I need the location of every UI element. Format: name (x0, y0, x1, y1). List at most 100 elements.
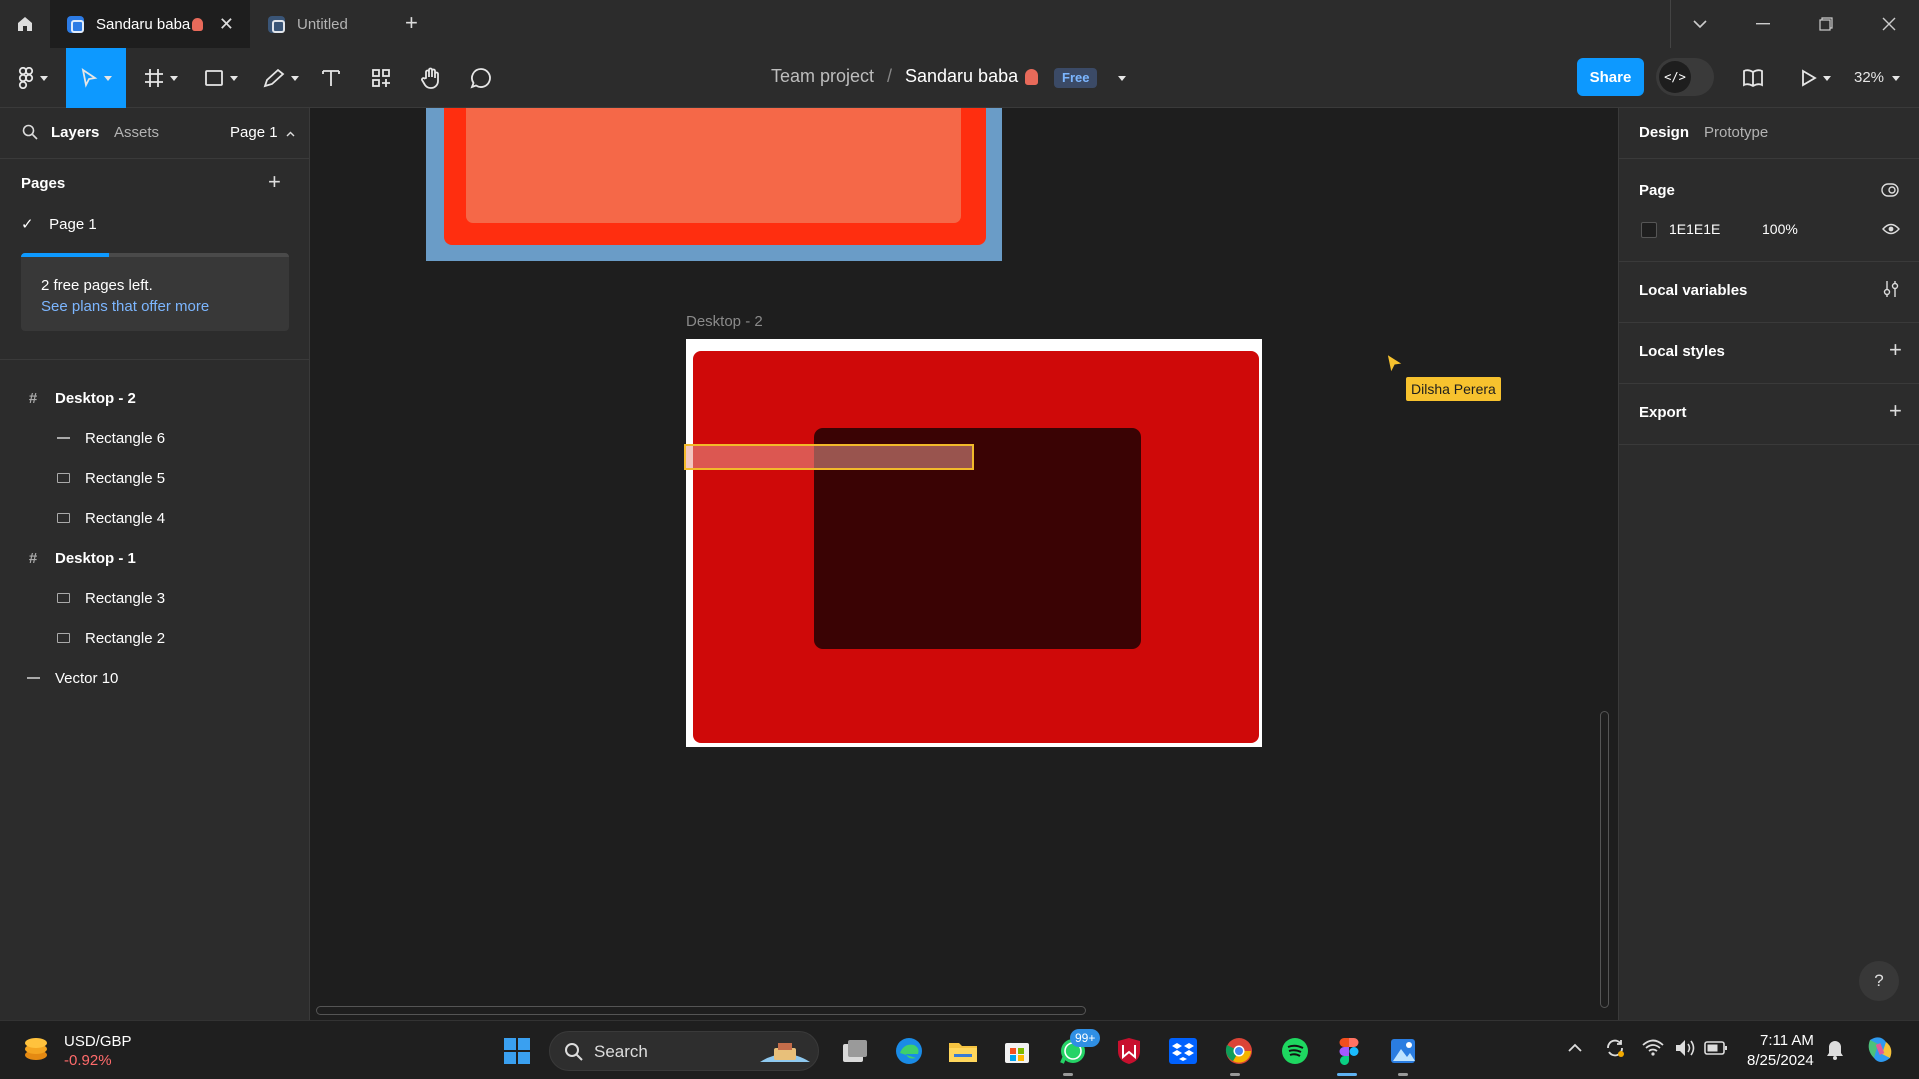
close-tab-icon[interactable]: ✕ (219, 14, 234, 35)
start-button[interactable] (500, 1034, 534, 1068)
copilot-icon[interactable] (1864, 1034, 1896, 1066)
wifi-icon[interactable] (1642, 1039, 1664, 1057)
tabs-dropdown-button[interactable] (1670, 0, 1730, 48)
frame-tool-button[interactable] (136, 48, 186, 108)
restore-button[interactable] (1796, 0, 1856, 48)
tab-prototype[interactable]: Prototype (1704, 124, 1768, 141)
stock-symbol[interactable]: USD/GBP (64, 1033, 132, 1050)
chevron-down-icon (104, 75, 112, 81)
minimize-button[interactable] (1733, 0, 1793, 48)
chevron-up-icon[interactable] (1568, 1043, 1582, 1053)
add-page-button[interactable]: + (268, 169, 281, 195)
layer-row[interactable]: Rectangle 3 (55, 578, 165, 618)
plan-badge[interactable]: Free (1054, 68, 1098, 88)
move-tool-button[interactable] (66, 48, 126, 108)
dev-mode-toggle[interactable]: </> (1656, 58, 1714, 96)
cursor-arrow-icon (81, 68, 98, 88)
add-export-button[interactable]: + (1889, 398, 1902, 424)
layer-row[interactable]: Rectangle 6 (55, 418, 165, 458)
restore-icon (1819, 17, 1833, 31)
chevron-down-icon[interactable] (1892, 76, 1900, 81)
add-style-button[interactable]: + (1889, 337, 1902, 363)
variables-sliders-icon[interactable] (1882, 280, 1900, 298)
hand-tool-button[interactable] (416, 48, 446, 108)
layer-row[interactable]: Rectangle 5 (55, 458, 165, 498)
volume-icon[interactable] (1674, 1038, 1696, 1058)
stock-change[interactable]: -0.92% (64, 1052, 112, 1069)
layer-row[interactable]: # Desktop - 2 (25, 378, 136, 418)
spotify-app[interactable] (1278, 1034, 1312, 1068)
resources-tool-button[interactable] (366, 48, 396, 108)
dropbox-app[interactable] (1166, 1034, 1200, 1068)
layer-row[interactable]: # Desktop - 1 (25, 538, 136, 578)
tab-untitled[interactable]: Untitled (252, 0, 394, 48)
local-variables-title[interactable]: Local variables (1639, 282, 1747, 299)
zoom-level[interactable]: 32% (1854, 69, 1884, 86)
taskbar-search[interactable]: Search (549, 1031, 819, 1071)
search-icon (565, 1043, 583, 1061)
tab-assets[interactable]: Assets (114, 124, 159, 141)
comment-tool-button[interactable] (466, 48, 496, 108)
layer-row[interactable]: Rectangle 4 (55, 498, 165, 538)
desktop-2-frame[interactable] (684, 339, 1262, 747)
breadcrumb-file-name[interactable]: Sandaru baba (905, 66, 1018, 87)
running-indicator-active (1337, 1073, 1357, 1076)
new-tab-button[interactable]: + (405, 10, 418, 36)
sync-icon[interactable] (1604, 1037, 1626, 1059)
text-tool-button[interactable] (316, 48, 346, 108)
chrome-icon (1225, 1038, 1252, 1064)
shape-tool-button[interactable] (196, 48, 246, 108)
clock-date[interactable]: 8/25/2024 (1747, 1052, 1814, 1069)
file-explorer-app[interactable] (946, 1034, 980, 1068)
eye-icon[interactable] (1882, 223, 1900, 235)
mcafee-app[interactable] (1112, 1034, 1146, 1068)
rectangle-2[interactable] (444, 108, 986, 245)
notification-bell-icon[interactable] (1826, 1039, 1844, 1061)
tab-layers[interactable]: Layers (51, 124, 99, 141)
share-button[interactable]: Share (1577, 58, 1644, 96)
chevron-down-icon[interactable] (1118, 76, 1126, 81)
layer-row[interactable]: Rectangle 2 (55, 618, 165, 658)
microsoft-store-app[interactable] (1000, 1034, 1034, 1068)
help-button[interactable]: ? (1859, 961, 1899, 1001)
collaborator-name-tag: Dilsha Perera (1406, 377, 1501, 401)
see-plans-link[interactable]: See plans that offer more (41, 298, 209, 315)
free-pages-card: 2 free pages left. See plans that offer … (21, 253, 289, 331)
page-item-page-1[interactable]: ✓ Page 1 (21, 215, 97, 233)
layer-name: Desktop - 1 (55, 549, 136, 567)
task-view-button[interactable] (838, 1034, 872, 1068)
frame-label[interactable]: Desktop - 2 (686, 313, 763, 330)
breadcrumb-team[interactable]: Team project (771, 66, 874, 87)
rectangle-3[interactable] (466, 108, 961, 223)
figma-app[interactable] (1332, 1034, 1366, 1068)
battery-icon[interactable] (1704, 1040, 1728, 1056)
search-icon[interactable] (22, 124, 38, 140)
page-color-hex[interactable]: 1E1E1E (1669, 221, 1720, 237)
tab-design[interactable]: Design (1639, 124, 1689, 141)
rectangle-6-selected[interactable] (684, 444, 974, 470)
pen-tool-button[interactable] (256, 48, 306, 108)
close-icon (1882, 17, 1896, 31)
home-button[interactable] (0, 0, 50, 48)
page-color-opacity[interactable]: 100% (1762, 221, 1798, 237)
chrome-app[interactable] (1222, 1034, 1256, 1068)
running-indicator (1398, 1073, 1408, 1076)
close-window-button[interactable] (1859, 0, 1919, 48)
desktop-1-frame[interactable] (426, 108, 1002, 261)
edge-app[interactable] (892, 1034, 926, 1068)
page-color-swatch[interactable] (1641, 222, 1657, 238)
main-menu-button[interactable] (12, 48, 54, 108)
tab-title: Untitled (297, 15, 348, 33)
horizontal-scrollbar[interactable] (316, 1006, 1086, 1015)
present-button[interactable] (1796, 48, 1836, 108)
photos-app[interactable] (1386, 1034, 1420, 1068)
vertical-scrollbar[interactable] (1600, 711, 1609, 1008)
library-button[interactable] (1738, 48, 1768, 108)
styles-icon[interactable] (1881, 182, 1899, 198)
tab-sandaru-baba[interactable]: Sandaru baba ✕ (50, 0, 250, 48)
canvas[interactable]: Desktop - 2 Dilsha Perera (311, 108, 1618, 1020)
chevron-up-icon (286, 131, 295, 137)
page-selector[interactable]: Page 1 (230, 124, 295, 141)
clock-time[interactable]: 7:11 AM (1760, 1032, 1814, 1049)
layer-row[interactable]: Vector 10 (25, 658, 118, 698)
